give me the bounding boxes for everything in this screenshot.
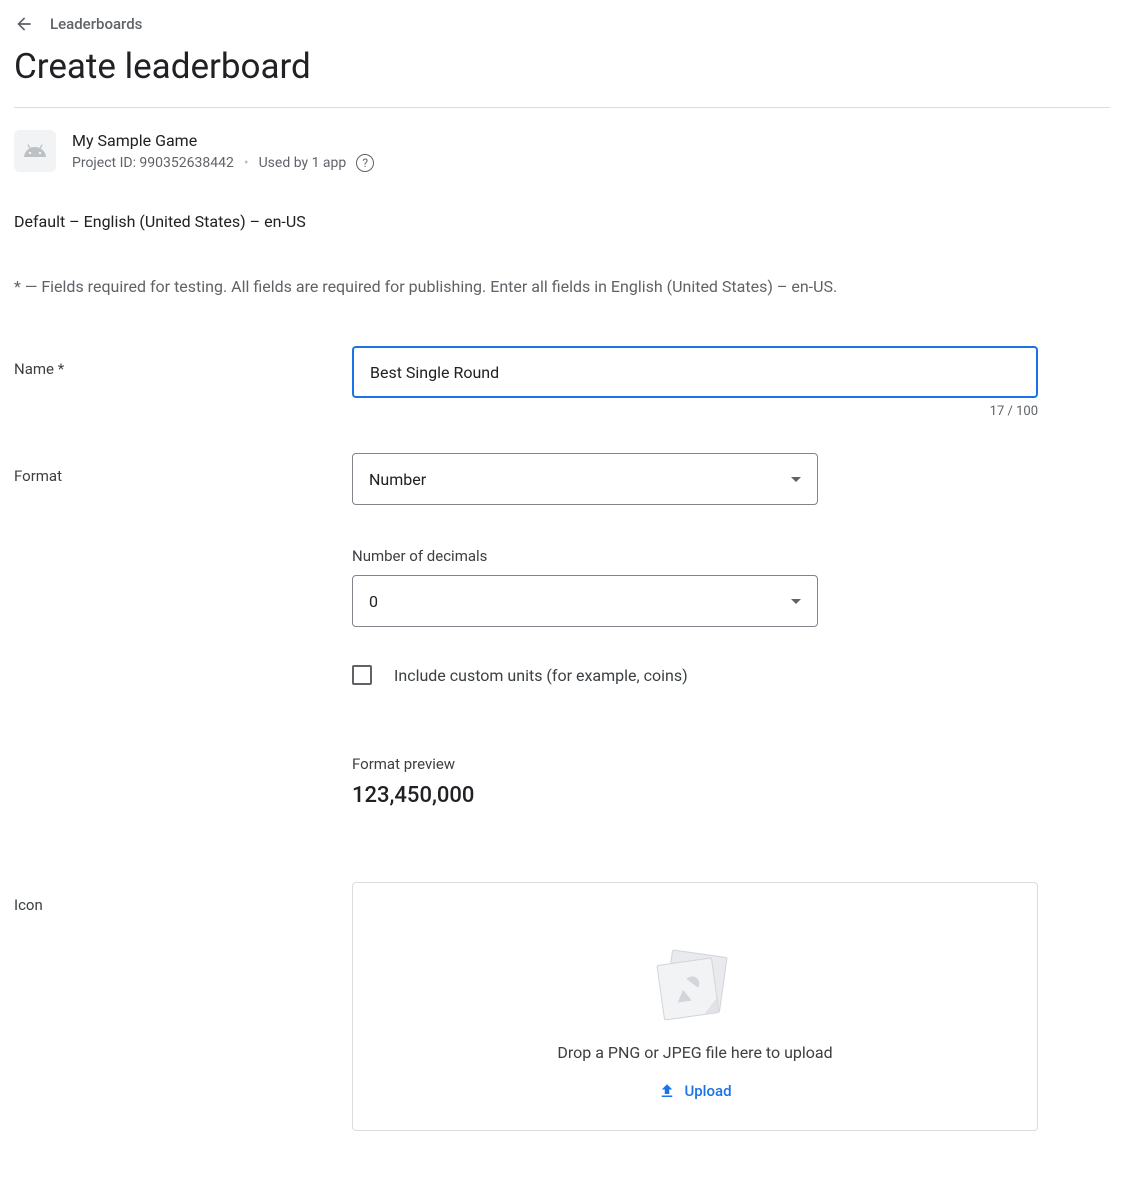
- custom-units-checkbox[interactable]: [352, 665, 372, 685]
- icon-drop-zone[interactable]: Drop a PNG or JPEG file here to upload U…: [352, 882, 1038, 1131]
- android-icon: [14, 130, 56, 172]
- locale-text: Default – English (United States) – en-U…: [14, 212, 1110, 231]
- chevron-down-icon: [791, 477, 801, 482]
- format-preview-value: 123,450,000: [352, 783, 1038, 808]
- drop-zone-text: Drop a PNG or JPEG file here to upload: [557, 1043, 832, 1062]
- format-preview-label: Format preview: [352, 755, 1038, 773]
- file-stack-icon: [660, 953, 730, 1023]
- decimals-select-value: 0: [369, 592, 378, 611]
- decimals-select[interactable]: 0: [352, 575, 818, 627]
- name-input[interactable]: [352, 346, 1038, 398]
- decimals-label: Number of decimals: [352, 547, 1038, 565]
- back-arrow-icon[interactable]: [14, 14, 34, 34]
- help-icon[interactable]: ?: [356, 154, 374, 172]
- page-title: Create leaderboard: [14, 46, 1110, 87]
- name-label: Name *: [14, 346, 352, 378]
- chevron-down-icon: [791, 599, 801, 604]
- upload-label: Upload: [684, 1082, 731, 1100]
- project-header: My Sample Game Project ID: 990352638442 …: [14, 130, 1110, 172]
- dot-separator: •: [244, 155, 249, 171]
- format-label: Format: [14, 453, 352, 485]
- breadcrumb: Leaderboards: [14, 14, 1110, 34]
- custom-units-label: Include custom units (for example, coins…: [394, 666, 688, 685]
- upload-button[interactable]: Upload: [658, 1082, 731, 1100]
- format-select-value: Number: [369, 470, 426, 489]
- format-select[interactable]: Number: [352, 453, 818, 505]
- icon-label: Icon: [14, 882, 352, 914]
- breadcrumb-label[interactable]: Leaderboards: [50, 15, 142, 33]
- name-char-counter: 17 / 100: [352, 404, 1038, 419]
- used-by-text: Used by 1 app: [259, 155, 347, 171]
- project-name: My Sample Game: [72, 131, 374, 150]
- divider: [14, 107, 1110, 108]
- hint-text: * — Fields required for testing. All fie…: [14, 277, 1110, 296]
- project-id: Project ID: 990352638442: [72, 155, 234, 171]
